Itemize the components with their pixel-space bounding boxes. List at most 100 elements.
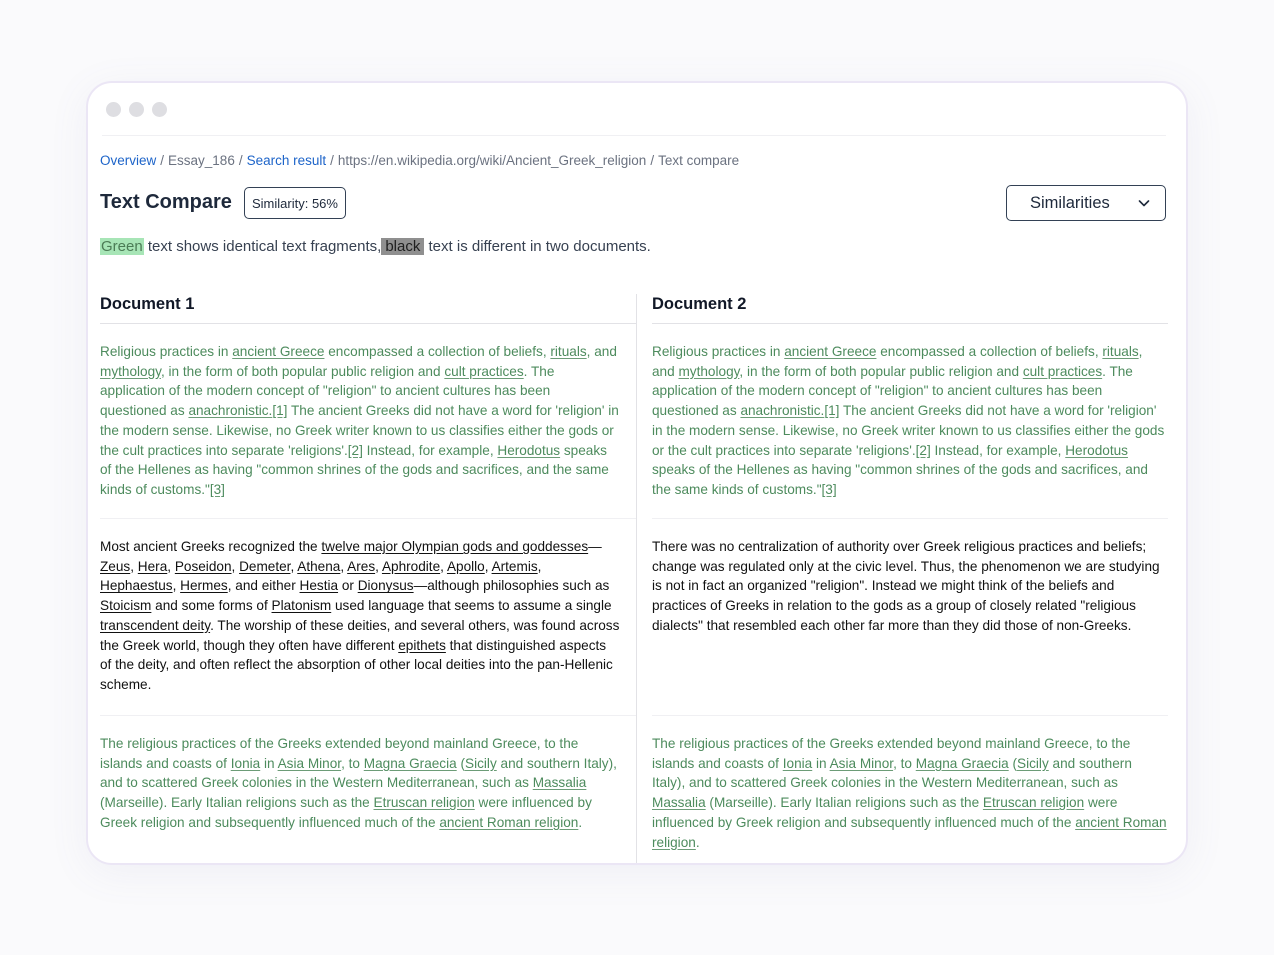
view-mode-dropdown[interactable]: Similarities	[1006, 185, 1166, 221]
text-link[interactable]: Hermes	[180, 578, 228, 593]
document-2-segment-3: The religious practices of the Greeks ex…	[652, 716, 1168, 863]
document-2-column: Document 2 Religious practices in ancien…	[652, 294, 1168, 863]
text-link[interactable]: Ares	[347, 559, 375, 574]
legend-black-swatch: black	[381, 238, 425, 255]
text-link[interactable]: mythology	[100, 364, 161, 379]
window-maximize-button[interactable]	[152, 102, 167, 117]
text-fragment: in	[260, 755, 278, 771]
text-link[interactable]: Stoicism	[100, 598, 151, 613]
text-link[interactable]: Asia Minor	[830, 756, 893, 771]
text-link[interactable]: Etruscan religion	[983, 795, 1084, 810]
text-link[interactable]: epithets	[398, 638, 446, 653]
document-2-segment-1: Religious practices in ancient Greece en…	[652, 324, 1168, 518]
legend-black-text: text is different in two documents.	[424, 238, 651, 255]
text-fragment: ,	[375, 558, 382, 574]
window-close-button[interactable]	[106, 102, 121, 117]
text-fragment: Religious practices in	[652, 344, 785, 359]
text-link[interactable]: Sicily	[465, 756, 497, 771]
breadcrumb-essay: Essay_186	[168, 153, 235, 168]
document-2-heading: Document 2	[652, 294, 1168, 324]
text-link[interactable]: Aphrodite	[382, 559, 440, 574]
text-fragment: , and	[586, 344, 617, 359]
text-link[interactable]: twelve major Olympian gods and goddesses	[321, 539, 588, 554]
text-link[interactable]: [1]	[272, 403, 287, 418]
breadcrumb-separator: /	[160, 153, 165, 168]
breadcrumb-separator: /	[650, 153, 655, 168]
color-legend: Green text shows identical text fragment…	[100, 238, 651, 255]
text-link[interactable]: mythology	[678, 364, 739, 379]
window-minimize-button[interactable]	[129, 102, 144, 117]
text-fragment: , and either	[227, 578, 300, 594]
text-link[interactable]: [2]	[916, 443, 931, 458]
text-link[interactable]: Platonism	[272, 598, 332, 613]
text-link[interactable]: anachronistic.	[740, 403, 824, 418]
text-link[interactable]: Magna Graecia	[364, 756, 457, 771]
text-link[interactable]: Hestia	[300, 578, 339, 593]
text-link[interactable]: Sicily	[1017, 756, 1049, 771]
text-link[interactable]: transcendent deity	[100, 618, 210, 633]
text-link[interactable]: ancient Greece	[784, 344, 876, 359]
text-link[interactable]: Hera	[138, 559, 167, 574]
text-link[interactable]: [3]	[822, 482, 837, 497]
text-fragment: ,	[440, 558, 447, 574]
text-fragment: .	[695, 834, 700, 850]
text-link[interactable]: [2]	[348, 443, 363, 458]
text-link[interactable]: anachronistic.	[188, 403, 272, 418]
document-2-segment-2: There was no centralization of authority…	[652, 519, 1168, 715]
text-link[interactable]: Apollo	[447, 559, 485, 574]
text-fragment: Instead, for example,	[930, 442, 1066, 458]
text-link[interactable]: Etruscan religion	[374, 795, 475, 810]
text-link[interactable]: [1]	[824, 403, 839, 418]
text-fragment: ,	[172, 578, 181, 594]
text-link[interactable]: Zeus	[100, 559, 130, 574]
text-link[interactable]: ancient Greece	[232, 344, 324, 359]
text-fragment: or	[338, 578, 358, 594]
text-fragment: (	[1008, 755, 1018, 771]
text-fragment: There was no centralization of authority…	[652, 539, 1160, 633]
text-link[interactable]: Magna Graecia	[916, 756, 1009, 771]
dropdown-selected-value: Similarities	[1030, 193, 1110, 212]
text-link[interactable]: [3]	[210, 482, 225, 497]
text-link[interactable]: rituals	[1102, 344, 1138, 359]
breadcrumb-overview[interactable]: Overview	[100, 153, 156, 168]
breadcrumb-current: Text compare	[658, 153, 740, 168]
text-fragment: —although philosophies such as	[413, 578, 610, 594]
text-fragment: (Marseille). Early Italian religions suc…	[705, 795, 983, 811]
text-link[interactable]: rituals	[550, 344, 586, 359]
text-link[interactable]: Herodotus	[1065, 443, 1128, 458]
text-link[interactable]: Herodotus	[497, 443, 560, 458]
text-link[interactable]: Demeter	[239, 559, 290, 574]
text-link[interactable]: ancient Roman religion	[439, 815, 578, 830]
text-fragment: (Marseille). Early Italian religions suc…	[100, 795, 374, 811]
document-1-heading: Document 1	[100, 294, 636, 324]
text-link[interactable]: Poseidon	[175, 559, 232, 574]
text-fragment: ,	[130, 558, 138, 574]
text-fragment: ,	[231, 558, 240, 574]
breadcrumb-search-result[interactable]: Search result	[247, 153, 327, 168]
top-divider	[102, 135, 1166, 136]
text-fragment: Religious practices in	[100, 344, 233, 359]
text-fragment: , to	[893, 755, 916, 771]
text-link[interactable]: Ionia	[783, 756, 812, 771]
compare-panel: Document 1 Religious practices in ancien…	[100, 294, 1168, 863]
text-fragment: encompassed a collection of beliefs,	[876, 344, 1103, 359]
text-link[interactable]: Ionia	[231, 756, 260, 771]
text-fragment: ,	[537, 558, 542, 574]
breadcrumb-separator: /	[330, 153, 334, 168]
text-fragment: , to	[341, 755, 364, 771]
text-link[interactable]: Hephaestus	[100, 578, 173, 593]
similarity-badge: Similarity: 56%	[244, 187, 346, 219]
text-link[interactable]: Dionysus	[358, 578, 414, 593]
text-link[interactable]: Massalia	[533, 775, 587, 790]
text-link[interactable]: Asia Minor	[278, 756, 341, 771]
text-fragment: (	[456, 755, 466, 771]
text-fragment: used language that seems to assume a sin…	[331, 598, 612, 614]
text-link[interactable]: Artemis	[492, 559, 538, 574]
text-link[interactable]: Athena	[297, 559, 340, 574]
text-link[interactable]: cult practices	[1023, 364, 1102, 379]
app-window: Overview / Essay_186/Search result / https:/…	[86, 81, 1188, 865]
text-link[interactable]: Massalia	[652, 795, 706, 810]
text-fragment: .	[578, 814, 583, 830]
text-link[interactable]: cult practices	[444, 364, 523, 379]
breadcrumb-source-url: https://en.wikipedia.org/wiki/Ancient_Gr…	[337, 153, 647, 168]
